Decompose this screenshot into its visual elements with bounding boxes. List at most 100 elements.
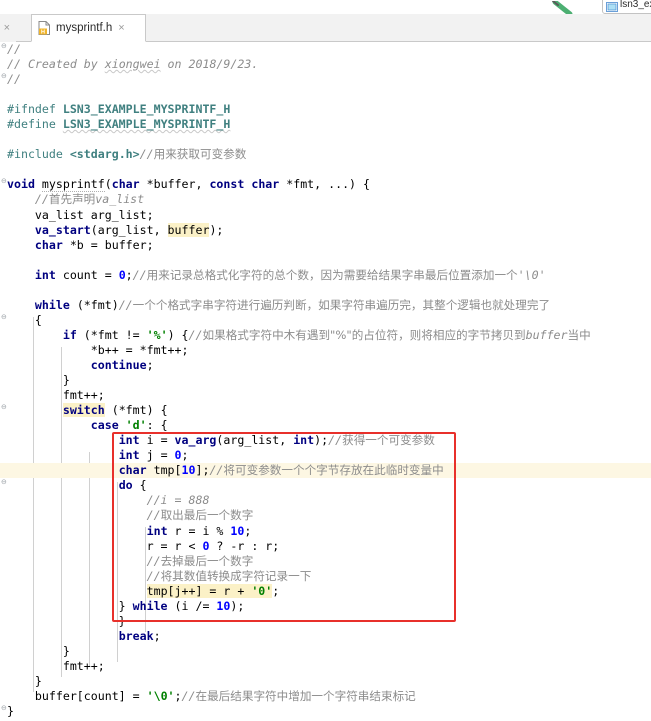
code-line[interactable]: char *b = buffer; bbox=[0, 238, 651, 253]
code-token: ); bbox=[209, 222, 224, 237]
run-configuration-selector[interactable]: lsn3_ex bbox=[602, 0, 651, 14]
code-token: 获得一个可变参数 bbox=[342, 433, 435, 448]
fold-marker-icon[interactable]: ⊖ bbox=[1, 42, 8, 50]
code-line[interactable]: #define LSN3_EXAMPLE_MYSPRINTF_H bbox=[0, 117, 651, 132]
code-token: j = bbox=[146, 448, 175, 463]
code-token: if bbox=[62, 327, 84, 342]
run-configuration-label: lsn3_ex bbox=[620, 0, 651, 10]
code-token: count = bbox=[62, 267, 119, 282]
code-line[interactable]: char tmp[10];//将可变参数一个个字节存放在此临时变量中 bbox=[0, 463, 651, 479]
fold-marker-icon[interactable]: ⊖ bbox=[1, 177, 8, 185]
code-token: { bbox=[7, 312, 42, 327]
code-line[interactable]: int r = i % 10; bbox=[0, 524, 651, 539]
code-token: va_list arg_list; bbox=[7, 207, 154, 222]
code-token: ; bbox=[272, 583, 280, 598]
tab-c-file[interactable]: c × bbox=[0, 14, 16, 42]
code-line[interactable]: break; bbox=[0, 629, 651, 644]
code-line[interactable]: //i = 888 bbox=[0, 493, 651, 508]
code-token: // bbox=[139, 147, 154, 162]
code-line[interactable]: ⊖ do { bbox=[0, 478, 651, 493]
code-line[interactable] bbox=[0, 253, 651, 268]
source-code[interactable]: ⊖//// Created by xiongwei on 2018/9/23. ⊖… bbox=[0, 42, 651, 719]
code-line[interactable]: fmt++; bbox=[0, 659, 651, 674]
code-line[interactable]: } bbox=[0, 614, 651, 629]
code-line[interactable]: } while (i /= 10); bbox=[0, 599, 651, 614]
close-icon[interactable]: × bbox=[118, 22, 124, 34]
code-line[interactable]: } bbox=[0, 373, 651, 388]
code-line[interactable]: tmp[j++] = r + '0'; bbox=[0, 583, 651, 599]
code-token: *fmt, ...) { bbox=[286, 177, 370, 192]
code-line[interactable]: int i = va_arg(arg_list, int);//获得一个可变参数 bbox=[0, 433, 651, 448]
code-line[interactable]: r = r < 0 ? -r : r; bbox=[0, 539, 651, 554]
code-line[interactable]: #ifndef LSN3_EXAMPLE_MYSPRINTF_H bbox=[0, 102, 651, 117]
code-token: 将其数值转换成字符记录一下 bbox=[160, 568, 312, 583]
code-token: switch bbox=[62, 403, 105, 418]
code-line[interactable]: *b++ = *fmt++; bbox=[0, 343, 651, 358]
code-line[interactable]: //将其数值转换成字符记录一下 bbox=[0, 569, 651, 584]
fold-marker-icon[interactable]: ⊖ bbox=[1, 478, 8, 486]
code-token: 当中 bbox=[567, 327, 591, 342]
code-line[interactable]: while (*fmt)//一个个格式字串字符进行遍历判断，如果字符串遍历完，其… bbox=[0, 298, 651, 313]
code-line[interactable] bbox=[0, 162, 651, 177]
code-line[interactable]: // Created by xiongwei on 2018/9/23. bbox=[0, 57, 651, 72]
code-token: va_start bbox=[34, 222, 91, 237]
code-line[interactable]: ⊖ switch (*fmt) { bbox=[0, 403, 651, 418]
fold-marker-icon[interactable]: ⊖ bbox=[1, 313, 8, 321]
close-icon[interactable]: × bbox=[4, 22, 10, 34]
code-token: '\0' bbox=[146, 689, 175, 704]
fold-marker-icon[interactable]: ⊖ bbox=[1, 72, 8, 80]
code-token: ; bbox=[181, 448, 189, 463]
code-line[interactable] bbox=[0, 132, 651, 147]
code-token: ( bbox=[104, 177, 112, 192]
code-line[interactable]: //首先声明va_list bbox=[0, 192, 651, 207]
code-line[interactable]: va_list arg_list; bbox=[0, 208, 651, 223]
code-editor[interactable]: ⊖//// Created by xiongwei on 2018/9/23. ⊖… bbox=[0, 42, 651, 721]
code-line[interactable]: case 'd': { bbox=[0, 418, 651, 433]
code-line[interactable]: if (*fmt != '%') {//如果格式字符中木有遇到"%"的占位符，则… bbox=[0, 328, 651, 343]
code-token: *b++ = *fmt++; bbox=[7, 342, 189, 357]
code-token: case bbox=[90, 418, 126, 433]
code-token: va_list bbox=[95, 192, 145, 207]
code-line[interactable]: //去掉最后一个数字 bbox=[0, 554, 651, 569]
code-line[interactable]: } bbox=[0, 674, 651, 689]
code-line[interactable]: } bbox=[0, 644, 651, 659]
code-token: (i /= bbox=[174, 598, 217, 613]
code-token: ]; bbox=[195, 463, 210, 478]
fold-marker-icon[interactable]: ⊖ bbox=[1, 704, 8, 712]
code-token: (arg_list, bbox=[216, 433, 294, 448]
h-file-icon: H bbox=[38, 21, 51, 36]
code-line[interactable]: buffer[count] = '\0';//在最后结果字符中增加一个字符串结束… bbox=[0, 689, 651, 704]
code-line[interactable]: //取出最后一个数字 bbox=[0, 508, 651, 523]
pencil-icon[interactable] bbox=[552, 0, 574, 17]
code-line[interactable]: ⊖} bbox=[0, 704, 651, 719]
code-line[interactable] bbox=[0, 283, 651, 298]
code-line[interactable]: ⊖// bbox=[0, 72, 651, 87]
tab-mysprintf-h[interactable]: H mysprintf.h × bbox=[31, 14, 146, 42]
code-token: LSN3_EXAMPLE_MYSPRINTF_H bbox=[62, 102, 231, 117]
code-line[interactable]: va_start(arg_list, buffer); bbox=[0, 222, 651, 238]
code-token: // bbox=[7, 553, 161, 568]
code-line[interactable]: #include <stdarg.h>//用来获取可变参数 bbox=[0, 147, 651, 162]
code-token: while bbox=[132, 598, 175, 613]
code-token: tmp[ bbox=[153, 463, 182, 478]
code-line[interactable] bbox=[0, 87, 651, 102]
code-token: // bbox=[7, 508, 161, 523]
code-line[interactable]: ⊖ { bbox=[0, 313, 651, 328]
code-line[interactable]: ⊖ void mysprintf(char *buffer, const char… bbox=[0, 177, 651, 193]
code-line[interactable]: int count = 0;//用来记录总格式化字符的总个数，因为需要给结果字串… bbox=[0, 268, 651, 283]
code-line[interactable]: ⊖// bbox=[0, 42, 651, 57]
code-line[interactable]: fmt++; bbox=[0, 388, 651, 403]
code-token: 取出最后一个数字 bbox=[160, 508, 254, 523]
code-token: } bbox=[7, 704, 14, 719]
code-line[interactable]: continue; bbox=[0, 358, 651, 373]
code-line[interactable]: int j = 0; bbox=[0, 448, 651, 463]
fold-marker-icon[interactable]: ⊖ bbox=[1, 403, 8, 411]
code-token: (*fmt) bbox=[76, 297, 119, 312]
